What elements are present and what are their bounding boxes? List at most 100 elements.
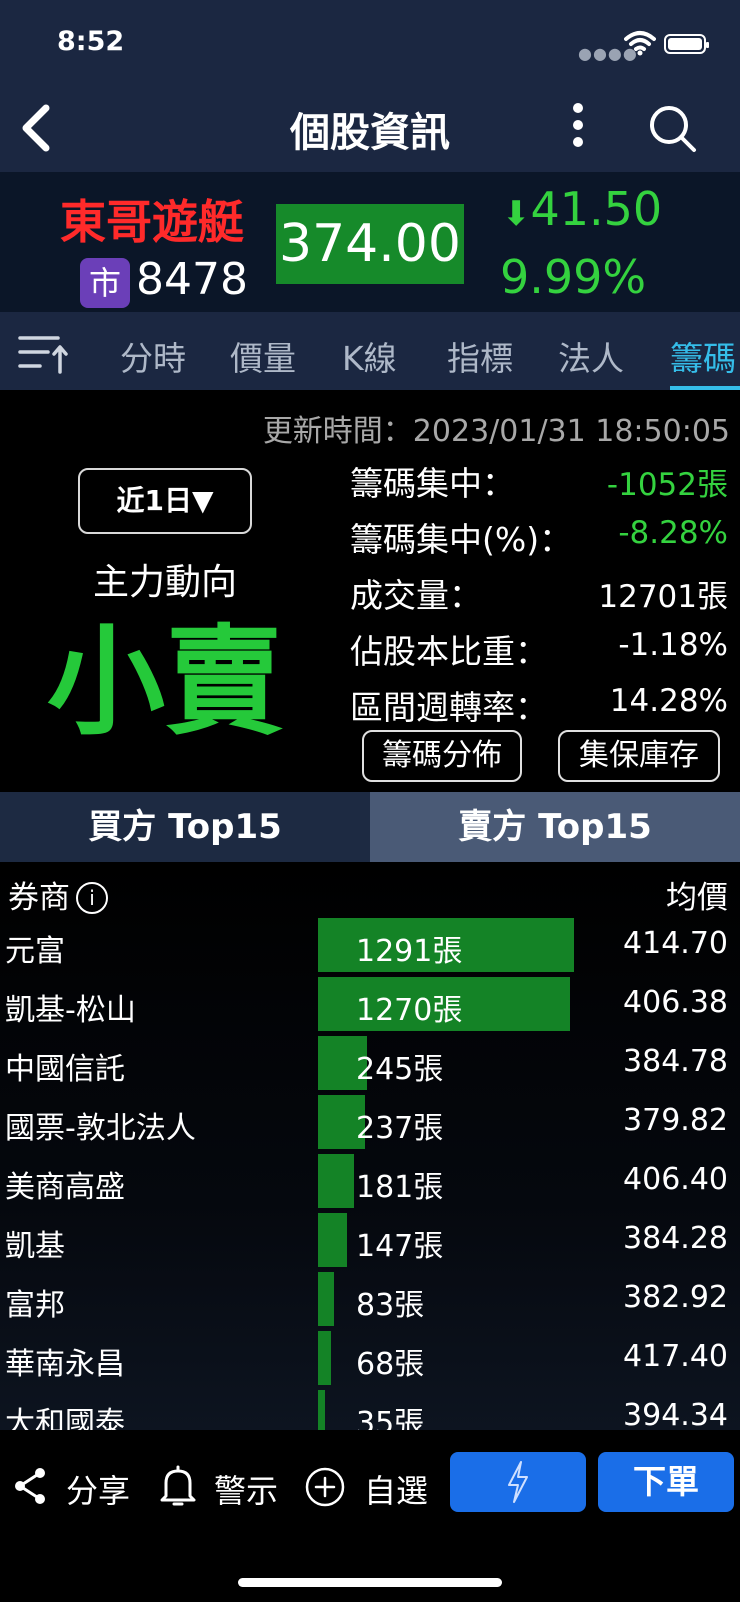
stat-label-capital-ratio: 佔股本比重：	[350, 632, 548, 671]
table-row[interactable]: 中國信託 245張 384.78	[0, 1034, 740, 1093]
header-bar: 8:52 ●●●● 個股資訊	[0, 0, 740, 172]
column-header-broker-label: 券商	[8, 880, 70, 916]
tab-indicators[interactable]: 指標	[447, 332, 513, 380]
net-lots: 181張	[356, 1170, 444, 1205]
info-icon[interactable]: i	[76, 882, 108, 914]
table-row[interactable]: 凱基 147張 384.28	[0, 1211, 740, 1270]
quick-order-button[interactable]	[450, 1452, 586, 1512]
function-tabs: 分時 價量 K線 指標 法人 籌碼	[0, 312, 740, 390]
bell-icon[interactable]	[158, 1464, 198, 1508]
main-force-trend-value: 小賣	[46, 613, 283, 751]
stat-value-capital-ratio: -1.18%	[618, 627, 728, 663]
table-row[interactable]: 美商高盛 181張 406.40	[0, 1152, 740, 1211]
table-row[interactable]: 國票-敦北法人 237張 379.82	[0, 1093, 740, 1152]
price-change: ⬇41.50	[502, 182, 662, 236]
broker-name: 國票-敦北法人	[5, 1111, 196, 1146]
avg-price: 394.34	[623, 1398, 728, 1430]
active-tab-indicator	[670, 386, 740, 390]
stat-value-turnover: 14.28%	[609, 683, 728, 719]
stat-value-volume: 12701張	[598, 579, 728, 615]
lightning-icon	[508, 1461, 528, 1503]
battery-icon	[664, 34, 709, 54]
stat-label-concentration: 籌碼集中：	[350, 464, 515, 503]
broker-name: 富邦	[5, 1288, 65, 1323]
avg-price: 406.38	[623, 985, 728, 1020]
avg-price: 384.78	[623, 1044, 728, 1079]
tab-seller-top15[interactable]: 賣方 Top15	[370, 792, 740, 862]
period-selector[interactable]: 近1日▼	[78, 468, 252, 534]
custody-inventory-button[interactable]: 集保庫存	[558, 730, 720, 782]
tab-price-volume[interactable]: 價量	[230, 332, 296, 380]
tab-intraday[interactable]: 分時	[120, 332, 186, 380]
broker-name: 美商高盛	[5, 1170, 125, 1205]
broker-name: 中國信託	[5, 1052, 125, 1087]
tab-buyer-top15[interactable]: 買方 Top15	[0, 792, 370, 862]
wifi-icon	[624, 31, 656, 56]
avg-price: 382.92	[623, 1280, 728, 1315]
lots-bar	[318, 1390, 325, 1430]
alert-button[interactable]: 警示	[214, 1466, 278, 1512]
stock-price: 374.00	[276, 204, 464, 284]
main-force-trend-label: 主力動向	[92, 562, 237, 603]
table-row[interactable]: 富邦 83張 382.92	[0, 1270, 740, 1329]
stock-quote-panel: 東哥遊艇 市 8478 374.00 ⬇41.50 9.99%	[0, 172, 740, 312]
net-lots: 35張	[356, 1406, 425, 1430]
lots-bar	[318, 1154, 354, 1208]
tab-k-line[interactable]: K線	[342, 332, 397, 380]
price-change-percent: 9.99%	[500, 250, 647, 304]
broker-name: 凱基-松山	[5, 993, 136, 1028]
page-title: 個股資訊	[290, 110, 450, 156]
lots-bar	[318, 1272, 334, 1326]
update-time: 更新時間：2023/01/31 18:50:05	[262, 414, 730, 449]
tab-institutional[interactable]: 法人	[558, 332, 624, 380]
search-icon[interactable]	[648, 104, 698, 154]
avg-price: 384.28	[623, 1221, 728, 1256]
stat-value-concentration: -1052張	[606, 467, 728, 503]
chip-distribution-button[interactable]: 籌碼分佈	[362, 730, 522, 782]
net-lots: 68張	[356, 1347, 425, 1382]
avg-price: 406.40	[623, 1162, 728, 1197]
stat-label-volume: 成交量：	[350, 576, 482, 615]
table-row[interactable]: 華南永昌 68張 417.40	[0, 1329, 740, 1388]
stat-label-turnover: 區間週轉率：	[350, 688, 548, 727]
broker-name: 元富	[5, 934, 65, 969]
net-lots: 83張	[356, 1288, 425, 1323]
column-header-broker: 券商 i	[8, 872, 108, 917]
avg-price: 379.82	[623, 1103, 728, 1138]
broker-name: 凱基	[5, 1229, 65, 1264]
place-order-button[interactable]: 下單	[598, 1452, 734, 1512]
broker-name: 華南永昌	[5, 1347, 125, 1382]
menu-sort-icon[interactable]	[18, 332, 68, 376]
stock-code: 8478	[136, 254, 248, 305]
avg-price: 417.40	[623, 1339, 728, 1374]
table-row[interactable]: 元富 1291張 414.70	[0, 916, 740, 975]
add-circle-icon[interactable]	[304, 1466, 346, 1508]
table-row[interactable]: 大和國泰 35張 394.34	[0, 1388, 740, 1430]
down-arrow-icon: ⬇	[502, 194, 531, 234]
more-options-icon[interactable]	[573, 103, 583, 154]
stat-label-concentration-pct: 籌碼集中(%)：	[350, 520, 573, 559]
status-time: 8:52	[57, 26, 125, 57]
lots-bar	[318, 1213, 347, 1267]
share-icon[interactable]	[12, 1466, 48, 1506]
net-lots: 237張	[356, 1111, 444, 1146]
table-row[interactable]: 凱基-松山 1270張 406.38	[0, 975, 740, 1034]
price-change-value: 41.50	[530, 182, 663, 236]
home-indicator	[238, 1578, 502, 1587]
stat-value-concentration-pct: -8.28%	[618, 515, 728, 551]
broker-name: 大和國泰	[5, 1406, 125, 1430]
net-lots: 245張	[356, 1052, 444, 1087]
broker-table: 券商 i 均價 元富 1291張 414.70 凱基-松山 1270張 406.38 中國信託…	[0, 862, 740, 1430]
lots-bar	[318, 1331, 331, 1385]
bottom-action-bar: 分享 警示 自選 下單	[0, 1430, 740, 1602]
stock-name: 東哥遊艇	[60, 195, 244, 249]
column-header-avg-price: 均價	[666, 880, 728, 916]
net-lots: 1291張	[356, 934, 463, 969]
share-button[interactable]: 分享	[66, 1466, 130, 1512]
watchlist-button[interactable]: 自選	[364, 1466, 428, 1512]
buyer-seller-tabs: 買方 Top15 賣方 Top15	[0, 792, 740, 862]
avg-price: 414.70	[623, 926, 728, 961]
net-lots: 147張	[356, 1229, 444, 1264]
market-badge: 市	[80, 258, 130, 308]
tab-chips[interactable]: 籌碼	[670, 332, 736, 380]
